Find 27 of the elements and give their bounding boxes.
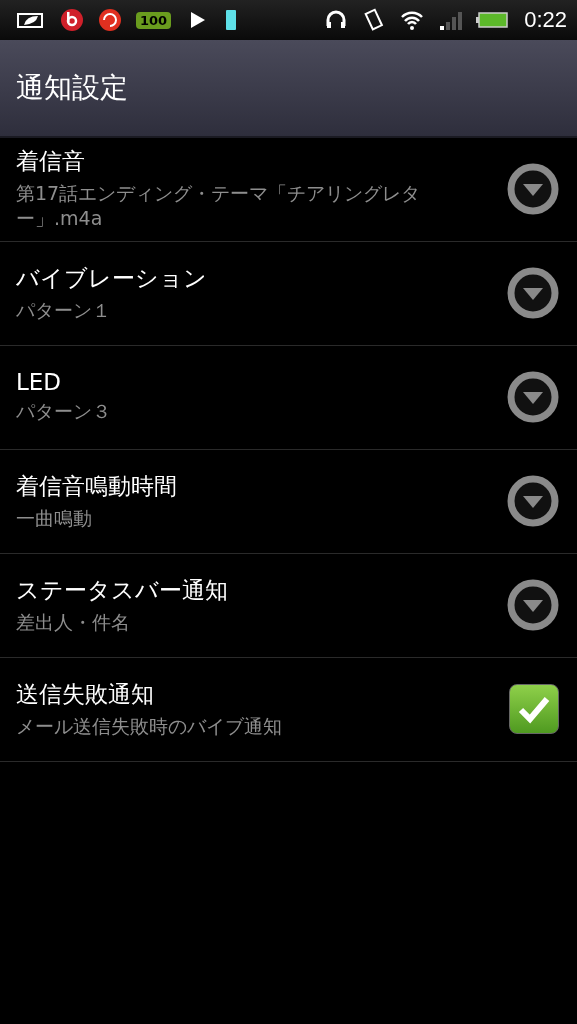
setting-title: ステータスバー通知 <box>16 575 229 605</box>
dropdown-icon[interactable] <box>507 162 559 215</box>
setting-title: 着信音鳴動時間 <box>16 471 178 501</box>
setting-item[interactable]: 着信音 第17話エンディング・テーマ「チアリングレター」.m4a <box>0 138 577 242</box>
checkbox[interactable] <box>509 683 559 734</box>
screen-title: 通知設定 <box>16 70 128 106</box>
dropdown-icon[interactable] <box>507 370 559 423</box>
setting-item[interactable]: 送信失敗通知 メール送信失敗時のバイブ通知 <box>0 658 577 762</box>
setting-summary: 差出人・件名 <box>16 609 131 635</box>
setting-summary: パターン１ <box>16 297 112 323</box>
setting-summary: 第17話エンディング・テーマ「チアリングレター」.m4a <box>16 181 422 231</box>
setting-item[interactable]: LED パターン３ <box>0 346 577 450</box>
dropdown-icon[interactable] <box>507 266 559 319</box>
setting-title: LED <box>16 369 63 396</box>
setting-summary: メール送信失敗時のバイブ通知 <box>16 713 283 739</box>
setting-title: 送信失敗通知 <box>16 679 155 709</box>
setting-summary: 一曲鳴動 <box>16 505 93 531</box>
dropdown-icon[interactable] <box>507 578 559 631</box>
setting-summary: パターン３ <box>16 399 112 424</box>
setting-item[interactable]: バイブレーション パターン１ <box>0 242 577 346</box>
setting-title: バイブレーション <box>16 263 208 293</box>
setting-item[interactable]: ステータスバー通知 差出人・件名 <box>0 554 577 658</box>
setting-item[interactable]: 着信音鳴動時間 一曲鳴動 <box>0 450 577 554</box>
clock-time: 0:22 <box>524 7 567 33</box>
setting-title: 着信音 <box>16 147 86 177</box>
battery-badge: 100 <box>136 11 172 29</box>
dropdown-icon[interactable] <box>507 474 559 527</box>
